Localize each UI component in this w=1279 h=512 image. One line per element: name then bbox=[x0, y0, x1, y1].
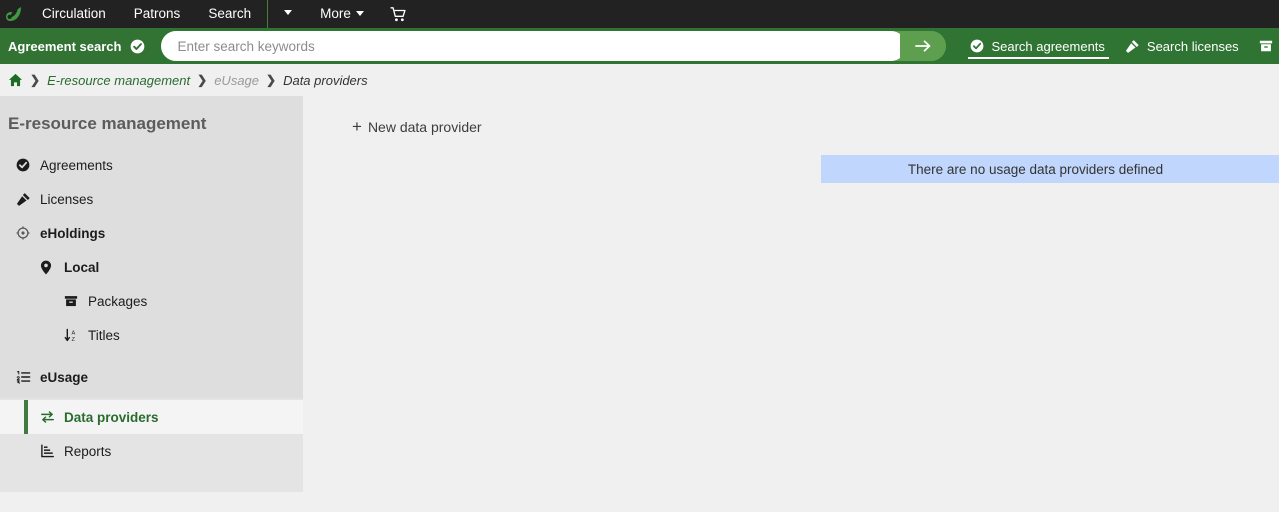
breadcrumb-item-eresource-management[interactable]: E-resource management bbox=[47, 73, 190, 88]
search-field-group bbox=[161, 31, 947, 61]
breadcrumb-separator: ❯ bbox=[30, 73, 41, 87]
nav-divider bbox=[267, 0, 269, 28]
sidebar-item-reports-label: Reports bbox=[64, 443, 112, 459]
nav-item-more-label: More bbox=[320, 6, 351, 21]
nav-item-circulation[interactable]: Circulation bbox=[28, 0, 120, 28]
breadcrumb-separator: ❯ bbox=[266, 73, 277, 87]
sidebar-title: E-resource management bbox=[8, 114, 207, 133]
new-data-provider-label: New data provider bbox=[367, 118, 482, 135]
search-bar: Agreement search Search agreements bbox=[0, 28, 1279, 64]
list-ordered-icon bbox=[16, 370, 36, 384]
shopping-cart-button[interactable] bbox=[378, 0, 419, 28]
sidebar-item-data-providers-label: Data providers bbox=[64, 409, 159, 425]
top-navigation-bar: Circulation Patrons Search More bbox=[0, 0, 1279, 28]
sort-icon: A Z bbox=[64, 328, 84, 342]
gavel-icon bbox=[1125, 39, 1139, 53]
sidebar: E-resource management Agreements License… bbox=[0, 96, 303, 492]
exchange-icon bbox=[40, 410, 60, 424]
search-scope-tabs: Search agreements Search licenses Se bbox=[960, 28, 1279, 64]
check-circle-icon bbox=[130, 39, 145, 54]
check-circle-icon bbox=[971, 39, 984, 53]
sidebar-item-titles[interactable]: A Z Titles bbox=[0, 318, 303, 352]
nav-item-search[interactable]: Search bbox=[194, 0, 265, 28]
breadcrumb-separator: ❯ bbox=[197, 73, 208, 87]
package-box-icon bbox=[64, 294, 84, 308]
package-box-icon bbox=[1259, 40, 1272, 52]
nav-dropdown-toggle[interactable] bbox=[270, 0, 306, 28]
plus-icon: + bbox=[352, 117, 362, 136]
chevron-down-icon bbox=[355, 10, 364, 16]
check-circle-icon bbox=[16, 158, 36, 172]
tab-search-agreements-label: Search agreements bbox=[991, 38, 1105, 54]
map-pin-icon bbox=[40, 260, 60, 275]
sidebar-item-packages[interactable]: Packages bbox=[0, 284, 303, 318]
sidebar-item-licenses[interactable]: Licenses bbox=[0, 182, 303, 216]
sidebar-item-agreements[interactable]: Agreements bbox=[0, 148, 303, 182]
search-mode-chip[interactable]: Agreement search bbox=[0, 28, 162, 64]
sidebar-subpanel-eusage: Data providers Reports bbox=[0, 398, 303, 492]
tab-search-licenses-label: Search licenses bbox=[1146, 38, 1239, 54]
search-submit-button[interactable] bbox=[900, 31, 947, 61]
sidebar-item-data-providers[interactable]: Data providers bbox=[0, 400, 303, 434]
sidebar-item-packages-label: Packages bbox=[88, 293, 148, 309]
nav-item-more[interactable]: More bbox=[306, 0, 378, 28]
sidebar-item-eholdings[interactable]: eHoldings bbox=[0, 216, 303, 250]
new-data-provider-button[interactable]: + New data provider bbox=[352, 118, 482, 135]
tab-search-packages[interactable]: Se bbox=[1249, 28, 1279, 64]
svg-text:A: A bbox=[72, 330, 76, 336]
search-mode-label: Agreement search bbox=[8, 38, 122, 54]
bar-chart-icon bbox=[40, 444, 60, 458]
sidebar-item-agreements-label: Agreements bbox=[40, 157, 113, 173]
breadcrumb-item-data-providers: Data providers bbox=[283, 72, 368, 88]
sidebar-item-local-label: Local bbox=[64, 259, 100, 275]
empty-state-notice-text: There are no usage data providers define… bbox=[907, 161, 1164, 177]
koha-leaf-logo[interactable] bbox=[0, 0, 28, 28]
svg-text:Z: Z bbox=[72, 337, 76, 342]
breadcrumb: ❯ E-resource management ❯ eUsage ❯ Data … bbox=[0, 64, 1279, 96]
page-body: E-resource management Agreements License… bbox=[0, 96, 1279, 512]
sidebar-item-licenses-label: Licenses bbox=[40, 191, 94, 207]
search-input[interactable] bbox=[161, 31, 907, 61]
gavel-icon bbox=[16, 192, 36, 207]
sidebar-item-eusage[interactable]: eUsage bbox=[0, 360, 303, 394]
sidebar-item-titles-label: Titles bbox=[88, 327, 120, 343]
tab-search-licenses[interactable]: Search licenses bbox=[1115, 28, 1249, 64]
home-icon[interactable] bbox=[8, 73, 23, 87]
shopping-cart-icon bbox=[390, 6, 406, 21]
breadcrumb-item-eusage[interactable]: eUsage bbox=[214, 73, 259, 88]
main-content: + New data provider There are no usage d… bbox=[303, 96, 1279, 512]
sidebar-item-reports[interactable]: Reports bbox=[0, 434, 303, 468]
target-icon bbox=[16, 226, 36, 240]
empty-state-notice: There are no usage data providers define… bbox=[821, 155, 1279, 183]
arrow-right-icon bbox=[915, 40, 931, 52]
sidebar-item-eholdings-label: eHoldings bbox=[40, 225, 106, 241]
nav-item-patrons[interactable]: Patrons bbox=[120, 0, 195, 28]
chevron-down-icon bbox=[284, 10, 293, 16]
sidebar-item-eusage-label: eUsage bbox=[40, 369, 89, 385]
sidebar-item-local[interactable]: Local bbox=[0, 250, 303, 284]
tab-search-agreements[interactable]: Search agreements bbox=[960, 28, 1114, 64]
